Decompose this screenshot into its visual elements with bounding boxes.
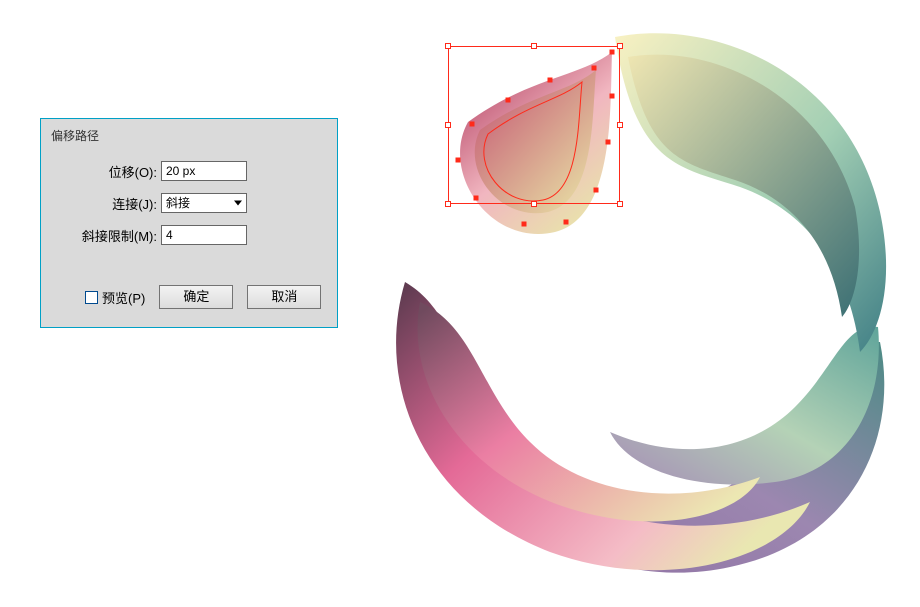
ok-button[interactable]: 确定 [159,285,233,309]
canvas-artwork [380,22,900,582]
miter-label: 斜接限制(M): [79,226,157,245]
chevron-down-icon [234,201,242,206]
miter-row: 斜接限制(M): [79,225,319,245]
preview-checkbox-wrap[interactable]: 预览(P) [85,288,145,307]
offset-row: 位移(O): [79,161,319,181]
preview-checkbox[interactable] [85,291,98,304]
dialog-buttons: 预览(P) 确定 取消 [85,285,321,309]
join-select[interactable]: 斜接 [161,193,247,213]
dialog-title: 偏移路径 [51,127,99,144]
join-label: 连接(J): [79,194,157,213]
offset-input[interactable] [161,161,247,181]
dialog-form: 位移(O): 连接(J): 斜接 斜接限制(M): [79,161,319,257]
preview-label: 预览(P) [102,288,145,307]
gradient-sphere-logo [380,22,900,582]
cancel-button[interactable]: 取消 [247,285,321,309]
miter-input[interactable] [161,225,247,245]
offset-label: 位移(O): [79,162,157,181]
join-value: 斜接 [166,196,190,210]
offset-path-dialog: 偏移路径 位移(O): 连接(J): 斜接 斜接限制(M): 预览(P) 确定 [40,118,338,328]
join-row: 连接(J): 斜接 [79,193,319,213]
